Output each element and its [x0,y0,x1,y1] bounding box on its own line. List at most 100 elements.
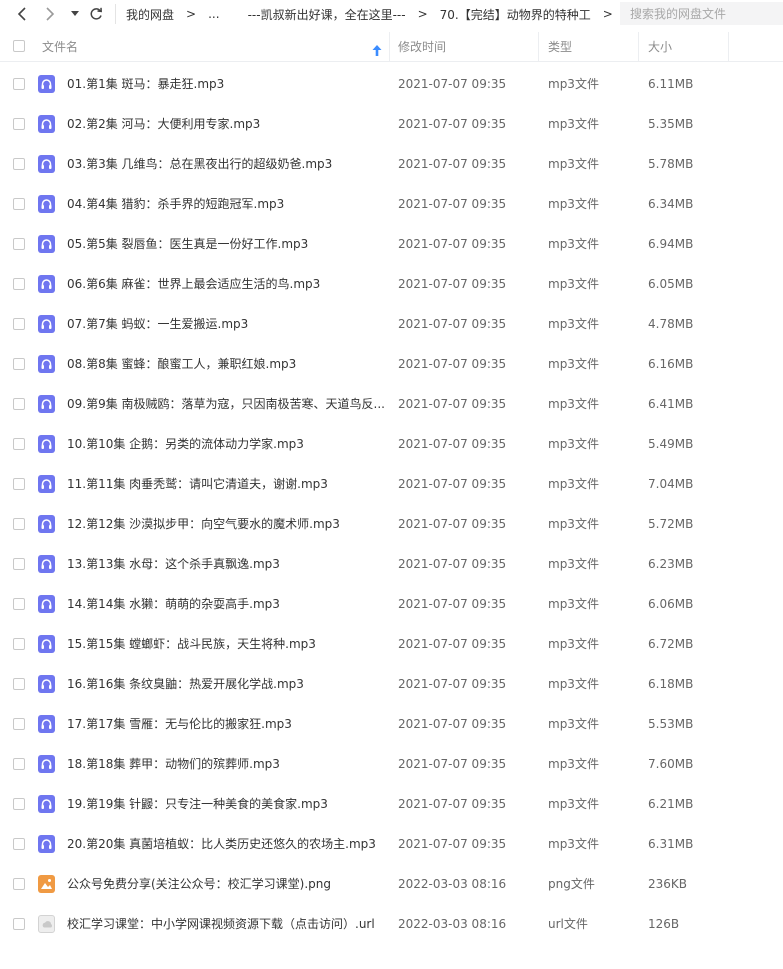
select-all-checkbox[interactable] [13,40,25,52]
file-name[interactable]: 04.第4集 猎豹：杀手界的短跑冠军.mp3 [67,184,387,224]
file-row[interactable]: 16.第16集 条纹臭鼬：热爱开展化学战.mp3 2021-07-07 09:35… [0,664,783,704]
file-name[interactable]: 14.第14集 水獭：萌萌的杂耍高手.mp3 [67,584,387,624]
file-name[interactable]: 03.第3集 几维鸟：总在黑夜出行的超级奶爸.mp3 [67,144,387,184]
file-row[interactable]: 12.第12集 沙漠拟步甲：向空气要水的魔术师.mp3 2021-07-07 09… [0,504,783,544]
file-row[interactable]: 校汇学习课堂：中小学网课视频资源下载（点击访问）.url 2022-03-03 0… [0,904,783,944]
file-row[interactable]: 08.第8集 蜜蜂：酿蜜工人，兼职红娘.mp3 2021-07-07 09:35 m… [0,344,783,384]
column-header-size[interactable]: 大小 [648,32,672,61]
file-row[interactable]: 02.第2集 河马：大便利用专家.mp3 2021-07-07 09:35 mp3文… [0,104,783,144]
file-row[interactable]: 17.第17集 雪雁：无与伦比的搬家狂.mp3 2021-07-07 09:35 m… [0,704,783,744]
audio-file-icon [38,715,55,733]
search-input[interactable] [620,2,783,25]
row-checkbox[interactable] [13,558,25,570]
file-type: mp3文件 [548,797,599,811]
file-name[interactable]: 07.第7集 蚂蚁：一生爱搬运.mp3 [67,304,387,344]
file-row[interactable]: 11.第11集 肉垂秃鹫：请叫它清道夫，谢谢.mp3 2021-07-07 09:… [0,464,783,504]
file-name[interactable]: 13.第13集 水母：这个杀手真飘逸.mp3 [67,544,387,584]
breadcrumb-item-root[interactable]: 我的网盘 [126,6,174,23]
file-name[interactable]: 11.第11集 肉垂秃鹫：请叫它清道夫，谢谢.mp3 [67,464,387,504]
file-name[interactable]: 公众号免费分享(关注公众号：校汇学习课堂).png [67,864,387,904]
row-checkbox[interactable] [13,198,25,210]
file-row[interactable]: 07.第7集 蚂蚁：一生爱搬运.mp3 2021-07-07 09:35 mp3文件… [0,304,783,344]
file-type: mp3文件 [548,437,599,451]
breadcrumb-item-ellipsis[interactable]: ... [208,7,219,21]
file-type: mp3文件 [548,677,599,691]
file-name[interactable]: 12.第12集 沙漠拟步甲：向空气要水的魔术师.mp3 [67,504,387,544]
file-name[interactable]: 15.第15集 螳螂虾：战斗民族，天生将种.mp3 [67,624,387,664]
breadcrumb-item-current[interactable]: 70.【完结】动物界的特种工 [440,6,591,23]
refresh-icon[interactable] [86,3,106,25]
row-checkbox[interactable] [13,878,25,890]
column-divider[interactable] [538,32,539,61]
row-checkbox[interactable] [13,478,25,490]
file-name[interactable]: 08.第8集 蜜蜂：酿蜜工人，兼职红娘.mp3 [67,344,387,384]
row-checkbox[interactable] [13,78,25,90]
file-name[interactable]: 09.第9集 南极贼鸥：落草为寇，只因南极苦寒、天道鸟反... [67,384,387,424]
breadcrumb-item-folder[interactable]: ---凯叔新出好课，全在这里--- [248,6,406,23]
file-name[interactable]: 16.第16集 条纹臭鼬：热爱开展化学战.mp3 [67,664,387,704]
file-name[interactable]: 19.第19集 针鼹：只专注一种美食的美食家.mp3 [67,784,387,824]
row-checkbox[interactable] [13,758,25,770]
column-divider[interactable] [638,32,639,61]
file-row[interactable]: 13.第13集 水母：这个杀手真飘逸.mp3 2021-07-07 09:35 mp… [0,544,783,584]
row-checkbox[interactable] [13,318,25,330]
file-name[interactable]: 17.第17集 雪雁：无与伦比的搬家狂.mp3 [67,704,387,744]
file-type: mp3文件 [548,837,599,851]
file-row[interactable]: 09.第9集 南极贼鸥：落草为寇，只因南极苦寒、天道鸟反... 2021-07-0… [0,384,783,424]
chevron-right-icon[interactable] [40,3,60,25]
chevron-left-icon[interactable] [12,3,32,25]
file-name[interactable]: 10.第10集 企鹅：另类的流体动力学家.mp3 [67,424,387,464]
file-row[interactable]: 15.第15集 螳螂虾：战斗民族，天生将种.mp3 2021-07-07 09:3… [0,624,783,664]
file-row[interactable]: 公众号免费分享(关注公众号：校汇学习课堂).png 2022-03-03 08:1… [0,864,783,904]
file-row[interactable]: 06.第6集 麻雀：世界上最会适应生活的鸟.mp3 2021-07-07 09:3… [0,264,783,304]
file-name[interactable]: 05.第5集 裂唇鱼：医生真是一份好工作.mp3 [67,224,387,264]
column-divider[interactable] [728,32,729,61]
file-row[interactable]: 18.第18集 葬甲：动物们的殡葬师.mp3 2021-07-07 09:35 mp… [0,744,783,784]
file-size: 5.78MB [648,157,694,171]
column-header-type[interactable]: 类型 [548,32,572,61]
file-name[interactable]: 06.第6集 麻雀：世界上最会适应生活的鸟.mp3 [67,264,387,304]
file-name[interactable]: 校汇学习课堂：中小学网课视频资源下载（点击访问）.url [67,904,387,944]
column-header-modified[interactable]: 修改时间 [398,32,446,61]
file-row[interactable]: 10.第10集 企鹅：另类的流体动力学家.mp3 2021-07-07 09:35… [0,424,783,464]
file-row[interactable]: 01.第1集 斑马：暴走狂.mp3 2021-07-07 09:35 mp3文件 6.… [0,64,783,104]
audio-file-icon [38,675,55,693]
row-checkbox[interactable] [13,838,25,850]
row-checkbox[interactable] [13,158,25,170]
file-type: mp3文件 [548,717,599,731]
audio-file-icon [38,115,55,133]
row-checkbox[interactable] [13,438,25,450]
row-checkbox[interactable] [13,798,25,810]
row-checkbox[interactable] [13,118,25,130]
caret-down-icon[interactable] [68,3,82,25]
file-row[interactable]: 14.第14集 水獭：萌萌的杂耍高手.mp3 2021-07-07 09:35 mp… [0,584,783,624]
arrow-up-icon[interactable] [372,41,382,60]
row-checkbox[interactable] [13,598,25,610]
file-list-header: 文件名 修改时间 类型 大小 [0,32,783,62]
row-checkbox[interactable] [13,638,25,650]
file-row[interactable]: 20.第20集 真菌培植蚁：比人类历史还悠久的农场主.mp3 2021-07-07… [0,824,783,864]
file-row[interactable]: 19.第19集 针鼹：只专注一种美食的美食家.mp3 2021-07-07 09:… [0,784,783,824]
file-name[interactable]: 18.第18集 葬甲：动物们的殡葬师.mp3 [67,744,387,784]
file-row[interactable]: 04.第4集 猎豹：杀手界的短跑冠军.mp3 2021-07-07 09:35 mp… [0,184,783,224]
row-checkbox[interactable] [13,518,25,530]
row-checkbox[interactable] [13,718,25,730]
row-checkbox[interactable] [13,398,25,410]
file-size: 5.72MB [648,517,694,531]
file-name[interactable]: 01.第1集 斑马：暴走狂.mp3 [67,64,387,104]
row-checkbox[interactable] [13,918,25,930]
file-name[interactable]: 20.第20集 真菌培植蚁：比人类历史还悠久的农场主.mp3 [67,824,387,864]
row-checkbox[interactable] [13,678,25,690]
file-name[interactable]: 02.第2集 河马：大便利用专家.mp3 [67,104,387,144]
audio-file-icon [38,555,55,573]
file-modified-time: 2021-07-07 09:35 [398,397,507,411]
file-list: 01.第1集 斑马：暴走狂.mp3 2021-07-07 09:35 mp3文件 6.… [0,64,783,944]
column-divider[interactable] [389,32,390,61]
row-checkbox[interactable] [13,358,25,370]
column-header-name[interactable]: 文件名 [42,32,78,61]
row-checkbox[interactable] [13,278,25,290]
audio-file-icon [38,355,55,373]
file-row[interactable]: 05.第5集 裂唇鱼：医生真是一份好工作.mp3 2021-07-07 09:35… [0,224,783,264]
file-row[interactable]: 03.第3集 几维鸟：总在黑夜出行的超级奶爸.mp3 2021-07-07 09:… [0,144,783,184]
row-checkbox[interactable] [13,238,25,250]
